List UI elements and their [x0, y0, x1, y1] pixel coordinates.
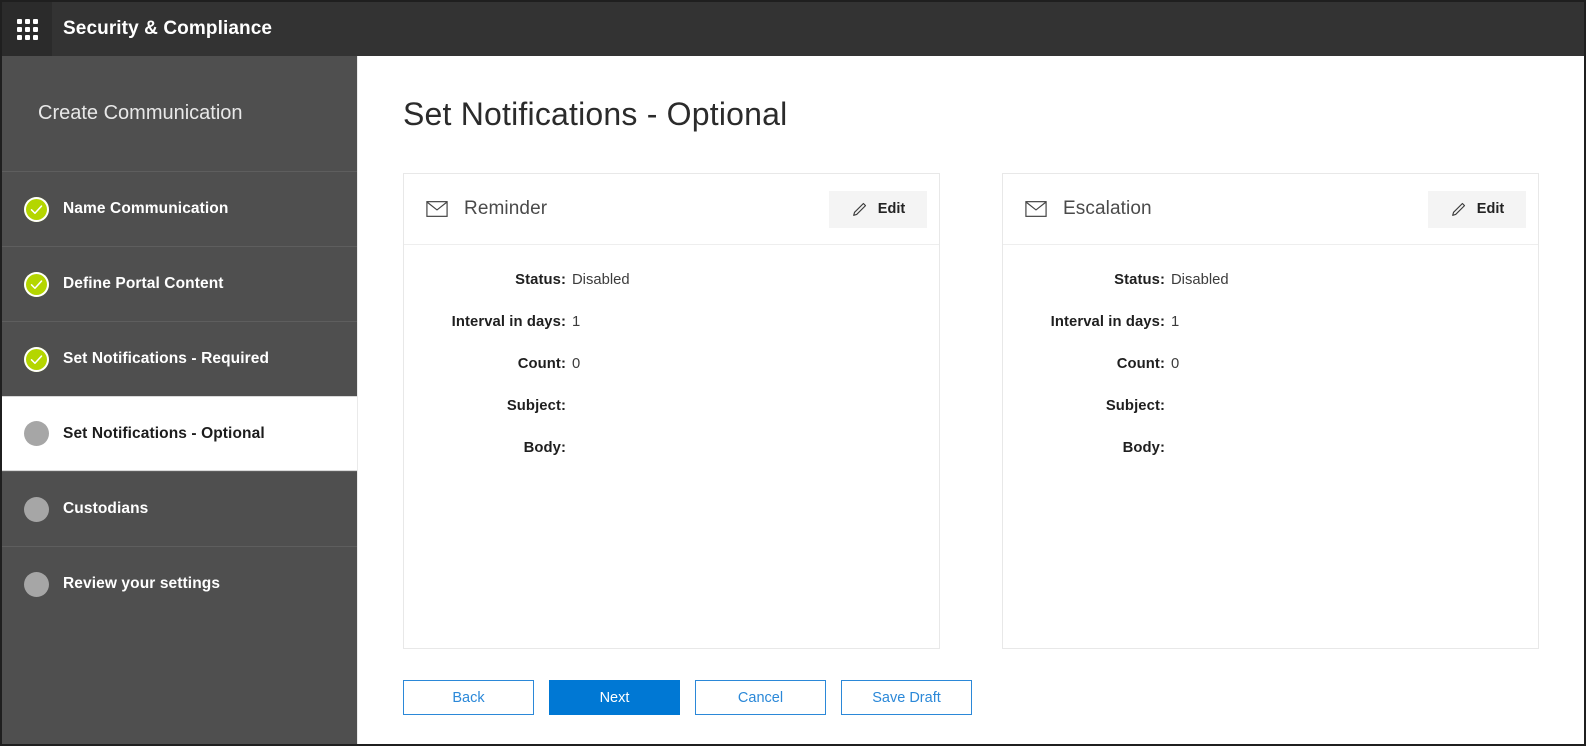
envelope-icon [426, 201, 448, 217]
escalation-field-count: Count: 0 [1003, 356, 1538, 372]
field-label: Count: [517, 356, 566, 372]
notification-cards: Reminder Edit Status: Disabled Interval … [403, 173, 1539, 649]
page-title: Set Notifications - Optional [403, 96, 788, 132]
field-value: 1 [1171, 314, 1180, 330]
envelope-icon [1025, 201, 1047, 217]
escalation-edit-label: Edit [1476, 201, 1505, 217]
sidebar-item-label: Set Notifications - Optional [63, 424, 265, 442]
escalation-edit-button[interactable]: Edit [1428, 190, 1526, 228]
back-button[interactable]: Back [403, 680, 534, 715]
dot-circle-icon [24, 421, 49, 446]
sidebar-item-set-notifications-optional[interactable]: Set Notifications - Optional [2, 396, 357, 471]
reminder-card-body: Status: Disabled Interval in days: 1 Cou… [404, 245, 939, 648]
reminder-field-status: Status: Disabled [404, 272, 939, 288]
sidebar-item-label: Custodians [63, 500, 149, 517]
sidebar-heading: Create Communication [2, 56, 357, 171]
sidebar-item-custodians[interactable]: Custodians [2, 471, 357, 546]
field-label: Status: [515, 272, 566, 288]
waffle-grid-icon [16, 18, 38, 40]
sidebar: Create Communication Name Communication … [2, 56, 357, 744]
sidebar-item-define-portal-content[interactable]: Define Portal Content [2, 246, 357, 321]
dot-circle-icon [24, 571, 49, 597]
field-label: Subject: [506, 398, 566, 414]
field-value: Disabled [572, 272, 630, 288]
check-circle-icon [24, 271, 49, 297]
reminder-field-count: Count: 0 [404, 356, 939, 372]
field-label: Interval in days: [1050, 314, 1165, 330]
escalation-field-status: Status: Disabled [1003, 272, 1538, 288]
field-label: Body: [1122, 440, 1165, 456]
reminder-card-title: Reminder [464, 198, 548, 219]
pencil-icon [1451, 202, 1465, 216]
field-label: Body: [523, 440, 566, 456]
sidebar-item-label: Define Portal Content [63, 275, 224, 292]
reminder-card: Reminder Edit Status: Disabled Interval … [403, 173, 940, 649]
main-content: Set Notifications - Optional Reminder Ed… [357, 56, 1584, 744]
reminder-field-interval: Interval in days: 1 [404, 314, 939, 330]
sidebar-item-label: Name Communication [63, 200, 229, 217]
reminder-field-body: Body: [404, 440, 939, 456]
sidebar-item-name-communication[interactable]: Name Communication [2, 171, 357, 246]
escalation-field-body: Body: [1003, 440, 1538, 456]
check-circle-icon [24, 196, 49, 222]
reminder-field-subject: Subject: [404, 398, 939, 414]
top-bar: Security & Compliance [2, 2, 1584, 56]
reminder-edit-label: Edit [877, 201, 906, 217]
sidebar-item-review-your-settings[interactable]: Review your settings [2, 546, 357, 621]
escalation-field-subject: Subject: [1003, 398, 1538, 414]
escalation-field-interval: Interval in days: 1 [1003, 314, 1538, 330]
sidebar-item-set-notifications-required[interactable]: Set Notifications - Required [2, 321, 357, 396]
check-circle-icon [24, 346, 49, 372]
field-label: Interval in days: [451, 314, 566, 330]
field-value: 0 [1171, 356, 1180, 372]
field-value: 0 [572, 356, 581, 372]
field-value: Disabled [1171, 272, 1229, 288]
dot-circle-icon [24, 496, 49, 522]
app-title: Security & Compliance [63, 18, 273, 39]
escalation-card: Escalation Edit Status: Disabled Interva… [1002, 173, 1539, 649]
pencil-icon [852, 202, 866, 216]
sidebar-item-label: Review your settings [63, 575, 221, 592]
sidebar-heading-label: Create Communication [38, 102, 243, 124]
wizard-actions: Back Next Cancel Save Draft [403, 680, 972, 715]
reminder-card-header: Reminder Edit [404, 174, 939, 245]
app-launcher-button[interactable] [2, 2, 52, 56]
reminder-edit-button[interactable]: Edit [829, 190, 927, 228]
field-value: 1 [572, 314, 581, 330]
sidebar-item-label: Set Notifications - Required [63, 350, 270, 367]
escalation-card-title: Escalation [1063, 198, 1152, 219]
cancel-button[interactable]: Cancel [695, 680, 826, 715]
field-label: Count: [1116, 356, 1165, 372]
escalation-card-header: Escalation Edit [1003, 174, 1538, 245]
app-window: Security & Compliance Create Communicati… [0, 0, 1586, 746]
save-draft-button[interactable]: Save Draft [841, 680, 972, 715]
next-button[interactable]: Next [549, 680, 680, 715]
field-label: Status: [1114, 272, 1165, 288]
escalation-card-body: Status: Disabled Interval in days: 1 Cou… [1003, 245, 1538, 648]
field-label: Subject: [1105, 398, 1165, 414]
